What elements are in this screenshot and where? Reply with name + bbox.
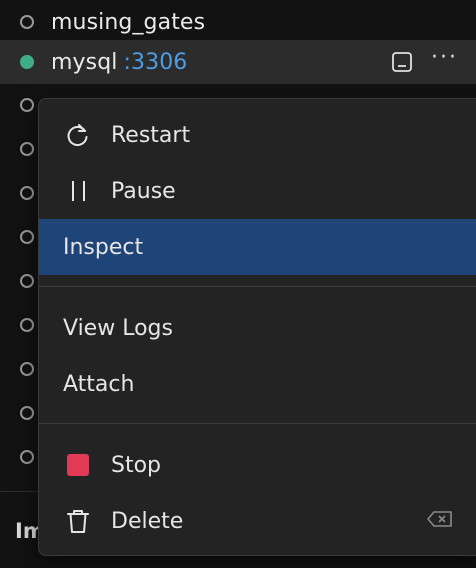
menu-label: View Logs: [63, 315, 173, 341]
menu-label: Delete: [111, 508, 184, 534]
menu-item-inspect[interactable]: Inspect: [39, 219, 476, 275]
status-dot-stopped: [20, 450, 34, 464]
more-options-icon[interactable]: ···: [431, 47, 458, 69]
status-dot-stopped: [20, 142, 34, 156]
menu-label: Restart: [111, 122, 191, 148]
container-row-mysql[interactable]: mysql:3306 ···: [0, 40, 476, 84]
container-port-link[interactable]: :3306: [124, 50, 188, 75]
status-dot-stopped: [20, 230, 34, 244]
pause-icon: [65, 178, 91, 204]
menu-item-delete[interactable]: Delete: [39, 493, 476, 549]
menu-separator: [39, 286, 476, 287]
menu-item-attach[interactable]: Attach: [39, 356, 476, 412]
menu-item-view-logs[interactable]: View Logs: [39, 300, 476, 356]
container-name: musing_gates: [51, 9, 206, 35]
status-dot-stopped: [20, 318, 34, 332]
status-dot-stopped: [20, 274, 34, 288]
restart-icon: [65, 122, 91, 148]
menu-label: Attach: [63, 371, 135, 397]
context-menu: Restart Pause Inspect View Logs Attach S…: [38, 98, 476, 556]
menu-label: Pause: [111, 178, 176, 204]
status-dot-stopped: [20, 362, 34, 376]
menu-separator: [39, 423, 476, 424]
menu-label: Inspect: [63, 234, 144, 260]
terminal-icon[interactable]: [391, 51, 413, 73]
menu-item-stop[interactable]: Stop: [39, 437, 476, 493]
status-dot-running: [20, 55, 34, 69]
trash-icon: [65, 508, 91, 534]
menu-item-pause[interactable]: Pause: [39, 163, 476, 219]
delete-key-icon: [427, 509, 453, 533]
status-dot-stopped: [20, 406, 34, 420]
app-window: musing_gates mysql:3306 ··· Im Restart …: [0, 0, 476, 568]
container-name: mysql:3306: [51, 50, 187, 75]
menu-label: Stop: [111, 452, 162, 478]
menu-item-restart[interactable]: Restart: [39, 107, 476, 163]
status-dot-stopped: [20, 15, 34, 29]
stop-icon: [65, 452, 91, 478]
status-dot-stopped: [20, 98, 34, 112]
container-row-musing-gates[interactable]: musing_gates: [0, 0, 476, 44]
row-actions: ···: [391, 47, 458, 73]
status-dot-stopped: [20, 186, 34, 200]
container-name-text: mysql: [51, 49, 118, 75]
